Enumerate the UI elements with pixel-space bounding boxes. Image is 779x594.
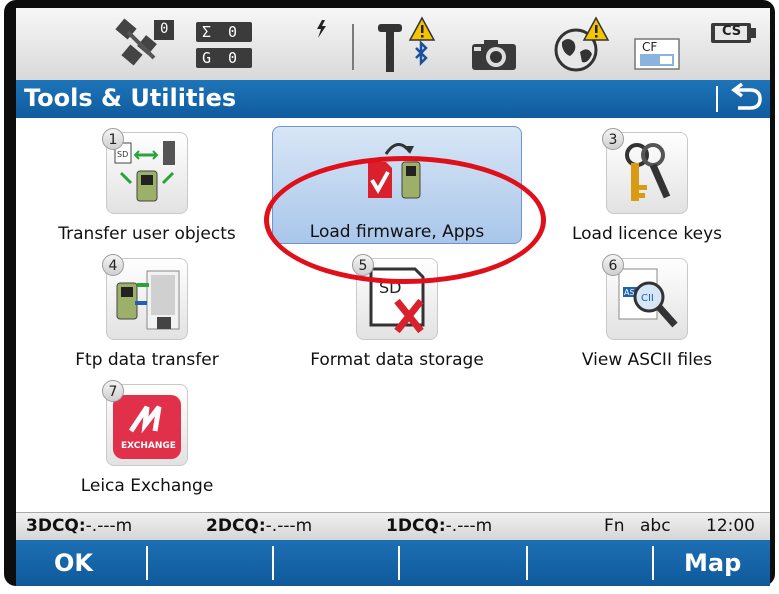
cs-label: CS xyxy=(722,24,742,39)
tile-label: Leica Exchange xyxy=(80,476,214,496)
softkey-divider xyxy=(146,546,148,580)
quality-info-bar: 3DCQ:-.---m 2DCQ:-.---m 1DCQ:-.---m Fn a… xyxy=(16,512,770,541)
g-counter[interactable]: G 0 xyxy=(196,48,252,68)
map-button[interactable]: Map xyxy=(684,540,764,586)
tile-label: Ftp data transfer xyxy=(75,350,219,370)
tile-label: Transfer user objects xyxy=(58,224,236,244)
q1-label: 1DCQ: xyxy=(386,516,446,536)
tile-number: 4 xyxy=(102,254,124,276)
tile-number: 7 xyxy=(102,380,124,402)
lightning-icon xyxy=(314,20,328,38)
softkey-divider xyxy=(526,546,528,580)
device-screen: 0 Σ 0 G 0 CF CS Tools & Utilities SD 1 T… xyxy=(0,0,779,594)
globe-icon[interactable] xyxy=(552,16,612,74)
softkey-divider xyxy=(652,546,654,580)
cf-label: CF xyxy=(642,40,658,54)
tile-number: 1 xyxy=(102,128,124,150)
tile-view-ascii-files[interactable]: AS CII 6 View ASCII files xyxy=(522,254,772,374)
softkey-bar: OK Map xyxy=(16,540,770,586)
clock: 12:00 xyxy=(706,516,755,536)
camera-icon[interactable] xyxy=(470,38,518,72)
softkey-divider xyxy=(398,546,400,580)
status-divider xyxy=(352,24,354,70)
satellite-icon[interactable]: 0 xyxy=(114,18,176,70)
tools-grid: SD 1 Transfer user objects Load firmware… xyxy=(16,118,770,512)
tile-label: Format data storage xyxy=(310,350,484,370)
tile-load-licence-keys[interactable]: 3 Load licence keys xyxy=(522,128,772,248)
tile-leica-exchange[interactable]: EXCHANGE 7 Leica Exchange xyxy=(22,380,272,500)
softkey-divider xyxy=(272,546,274,580)
tile-transfer-user-objects[interactable]: SD 1 Transfer user objects xyxy=(22,128,272,248)
svg-text:AS: AS xyxy=(624,288,635,297)
title-divider xyxy=(716,86,718,112)
exchange-icon-text: EXCHANGE xyxy=(121,441,176,451)
q2-label: 2DCQ: xyxy=(206,516,266,536)
battery-icon[interactable]: CS xyxy=(710,22,758,44)
svg-text:SD: SD xyxy=(117,150,128,159)
back-button[interactable] xyxy=(722,80,770,118)
return-arrow-icon xyxy=(731,82,762,110)
fn-indicator: Fn xyxy=(604,516,625,536)
satellite-count: 0 xyxy=(160,21,169,37)
ok-button[interactable]: OK xyxy=(54,540,144,586)
tile-number: 6 xyxy=(602,254,624,276)
input-mode-indicator[interactable]: abc xyxy=(640,516,671,536)
tile-number: 3 xyxy=(602,128,624,150)
cf-card-icon[interactable]: CF xyxy=(634,38,680,70)
page-title: Tools & Utilities xyxy=(24,84,237,112)
sigma-counter[interactable]: Σ 0 xyxy=(196,22,252,42)
status-bar: 0 Σ 0 G 0 CF CS xyxy=(16,8,770,80)
tile-ftp-data-transfer[interactable]: 4 Ftp data transfer xyxy=(22,254,272,374)
q2-value: -.---m xyxy=(265,516,313,536)
red-highlight-ellipse xyxy=(264,156,546,284)
q1-value: -.---m xyxy=(445,516,493,536)
tile-label: View ASCII files xyxy=(581,350,713,370)
title-bar: Tools & Utilities xyxy=(16,80,770,118)
svg-text:CII: CII xyxy=(641,293,654,304)
q3-label: 3DCQ: xyxy=(26,516,86,536)
tile-label: Load licence keys xyxy=(571,224,723,244)
antenna-icon[interactable] xyxy=(372,16,452,74)
q3-value: -.---m xyxy=(85,516,133,536)
